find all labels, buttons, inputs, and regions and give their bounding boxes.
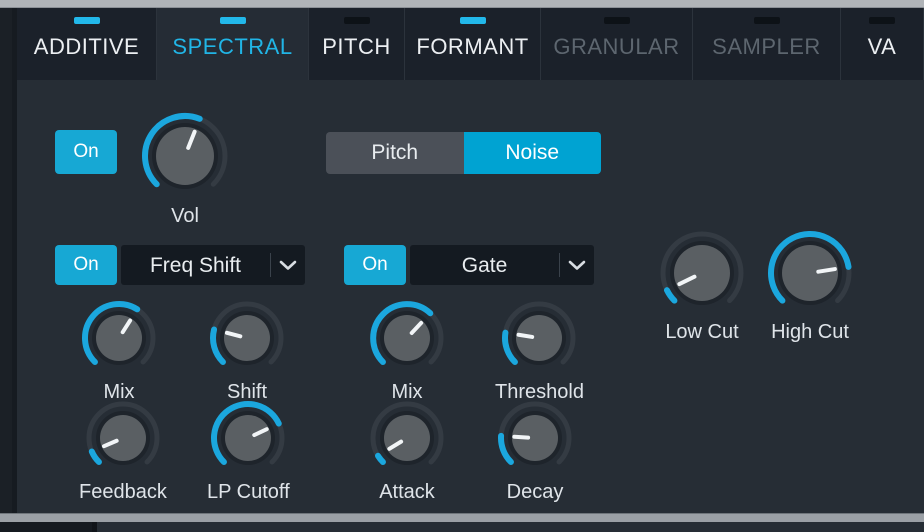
- knob-dial[interactable]: [499, 298, 579, 378]
- master-on-button[interactable]: On: [55, 130, 117, 174]
- effect-a-knob-shift: Shift: [207, 298, 287, 402]
- window-bottom-strip-dark: [0, 522, 92, 532]
- effect-b-on-button[interactable]: On: [344, 245, 406, 285]
- tab-additive[interactable]: ADDITIVE: [17, 8, 157, 80]
- knob-label: Decay: [507, 482, 564, 502]
- tab-indicator: [74, 17, 100, 24]
- high-cut-knob-group: High Cut: [765, 228, 855, 342]
- knob-dial[interactable]: [765, 228, 855, 318]
- tab-va[interactable]: VA: [841, 8, 924, 80]
- tab-indicator: [344, 17, 370, 24]
- effect-a-knob-mix: Mix: [79, 298, 159, 402]
- effect-a-on-button[interactable]: On: [55, 245, 117, 285]
- knob-label: Vol: [171, 206, 199, 226]
- tab-pitch[interactable]: PITCH: [309, 8, 405, 80]
- knob-label: Attack: [379, 482, 435, 502]
- tab-label: FORMANT: [416, 30, 528, 58]
- tab-indicator: [754, 17, 780, 24]
- tab-granular[interactable]: GRANULAR: [541, 8, 693, 80]
- vol-knob-group: Vol: [139, 110, 231, 226]
- knob-label: Feedback: [79, 482, 167, 502]
- window-top-bar: [0, 0, 924, 8]
- tab-indicator: [460, 17, 486, 24]
- tab-label: PITCH: [322, 30, 391, 58]
- knob-label: LP Cutoff: [207, 482, 290, 502]
- knob-dial[interactable]: [495, 398, 575, 478]
- knob-dial[interactable]: [79, 298, 159, 378]
- knob-dial[interactable]: [367, 398, 447, 478]
- spectral-synth-panel: ADDITIVE SPECTRAL PITCH FORMANT GRANULAR SAMP…: [0, 0, 924, 532]
- left-gutter: [0, 8, 12, 513]
- engine-tab-bar: ADDITIVE SPECTRAL PITCH FORMANT GRANULAR SAMP…: [17, 8, 924, 80]
- tab-label: SPECTRAL: [172, 30, 292, 58]
- knob-label: High Cut: [771, 322, 849, 342]
- low-cut-knob-group: Low Cut: [657, 228, 747, 342]
- effect-b-knob-decay: Decay: [495, 398, 575, 502]
- tab-label: GRANULAR: [553, 30, 679, 58]
- effect-b-select[interactable]: Gate: [410, 245, 594, 285]
- effect-b-knob-attack: Attack: [367, 398, 447, 502]
- chevron-down-icon: [271, 259, 305, 271]
- window-bottom-strip: [0, 522, 924, 532]
- effect-a-knob-feedback: Feedback: [79, 398, 167, 502]
- tab-indicator: [604, 17, 630, 24]
- effect-b-select-value: Gate: [410, 255, 559, 276]
- tab-indicator: [220, 17, 246, 24]
- knob-dial[interactable]: [207, 298, 287, 378]
- knob-dial[interactable]: [208, 398, 288, 478]
- knob-dial[interactable]: [367, 298, 447, 378]
- tab-label: VA: [868, 30, 897, 58]
- effect-a-knob-lp-cutoff: LP Cutoff: [207, 398, 290, 502]
- effect-a-select[interactable]: Freq Shift: [121, 245, 305, 285]
- tab-indicator: [869, 17, 895, 24]
- knob-dial[interactable]: [139, 110, 231, 202]
- chevron-down-icon: [560, 259, 594, 271]
- tab-sampler[interactable]: SAMPLER: [693, 8, 841, 80]
- spectral-panel-body: On Vol PitchNoise On Freq Shift Mix Shif…: [17, 80, 924, 513]
- tab-formant[interactable]: FORMANT: [405, 8, 541, 80]
- effect-b-knob-threshold: Threshold: [495, 298, 584, 402]
- source-option-noise[interactable]: Noise: [464, 132, 602, 174]
- knob-dial[interactable]: [657, 228, 747, 318]
- tab-spectral[interactable]: SPECTRAL: [157, 8, 309, 80]
- tab-label: SAMPLER: [712, 30, 821, 58]
- knob-dial[interactable]: [83, 398, 163, 478]
- effect-b-knob-mix: Mix: [367, 298, 447, 402]
- source-type-toggle: PitchNoise: [326, 132, 601, 174]
- window-bottom-divider: [0, 513, 924, 522]
- window-bottom-strip-seam: [92, 522, 97, 532]
- knob-label: Low Cut: [665, 322, 738, 342]
- effect-a-select-value: Freq Shift: [121, 255, 270, 276]
- source-option-pitch[interactable]: Pitch: [326, 132, 464, 174]
- tab-label: ADDITIVE: [34, 30, 139, 58]
